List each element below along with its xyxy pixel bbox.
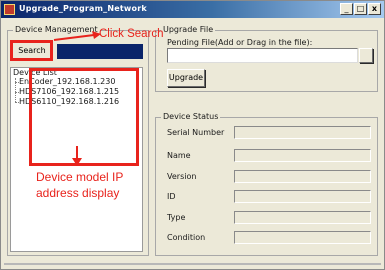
device-list-item[interactable]: EnCoder_192.168.1.230 — [19, 77, 115, 86]
device-list-item[interactable]: HDS6110_192.168.1.216 — [19, 97, 119, 106]
app-icon — [4, 4, 15, 15]
browse-button[interactable] — [359, 48, 373, 63]
minimize-button[interactable]: _ — [340, 3, 353, 15]
id-field — [234, 190, 371, 203]
search-button[interactable]: Search — [12, 42, 52, 60]
type-label: Type — [167, 213, 186, 222]
version-field — [234, 170, 371, 183]
pending-file-label: Pending File(Add or Drag in the file): — [167, 38, 313, 47]
upgrade-button[interactable]: Upgrade — [167, 69, 205, 87]
arrow-down-icon — [72, 146, 82, 166]
id-label: ID — [167, 192, 176, 201]
maximize-button[interactable]: □ — [354, 3, 367, 15]
version-label: Version — [167, 172, 197, 181]
condition-field — [234, 231, 371, 244]
serial-number-label: Serial Number — [167, 128, 225, 137]
close-button[interactable]: x — [368, 3, 381, 15]
device-status-title: Device Status — [161, 112, 221, 121]
serial-number-field — [234, 126, 371, 139]
model-ip-annotation-line1: Device model IP — [36, 170, 124, 184]
device-list-title: Device List — [13, 68, 57, 77]
status-strip — [4, 263, 381, 265]
model-ip-annotation-line2: address display — [36, 186, 120, 200]
name-label: Name — [167, 151, 191, 160]
click-search-annotation: Click Search — [99, 28, 164, 40]
window-title: Upgrade_Program_Network — [19, 4, 147, 13]
device-list-item[interactable]: HDS7106_192.168.1.215 — [19, 87, 119, 96]
pending-file-field[interactable] — [167, 48, 358, 63]
upgrade-file-title: Upgrade File — [161, 25, 216, 34]
arrow-to-search-icon — [53, 31, 101, 41]
title-bar[interactable]: Upgrade_Program_Network _ □ x — [1, 1, 384, 18]
name-field — [234, 149, 371, 162]
type-field — [234, 211, 371, 224]
condition-label: Condition — [167, 233, 206, 242]
search-address-field[interactable] — [57, 44, 143, 59]
